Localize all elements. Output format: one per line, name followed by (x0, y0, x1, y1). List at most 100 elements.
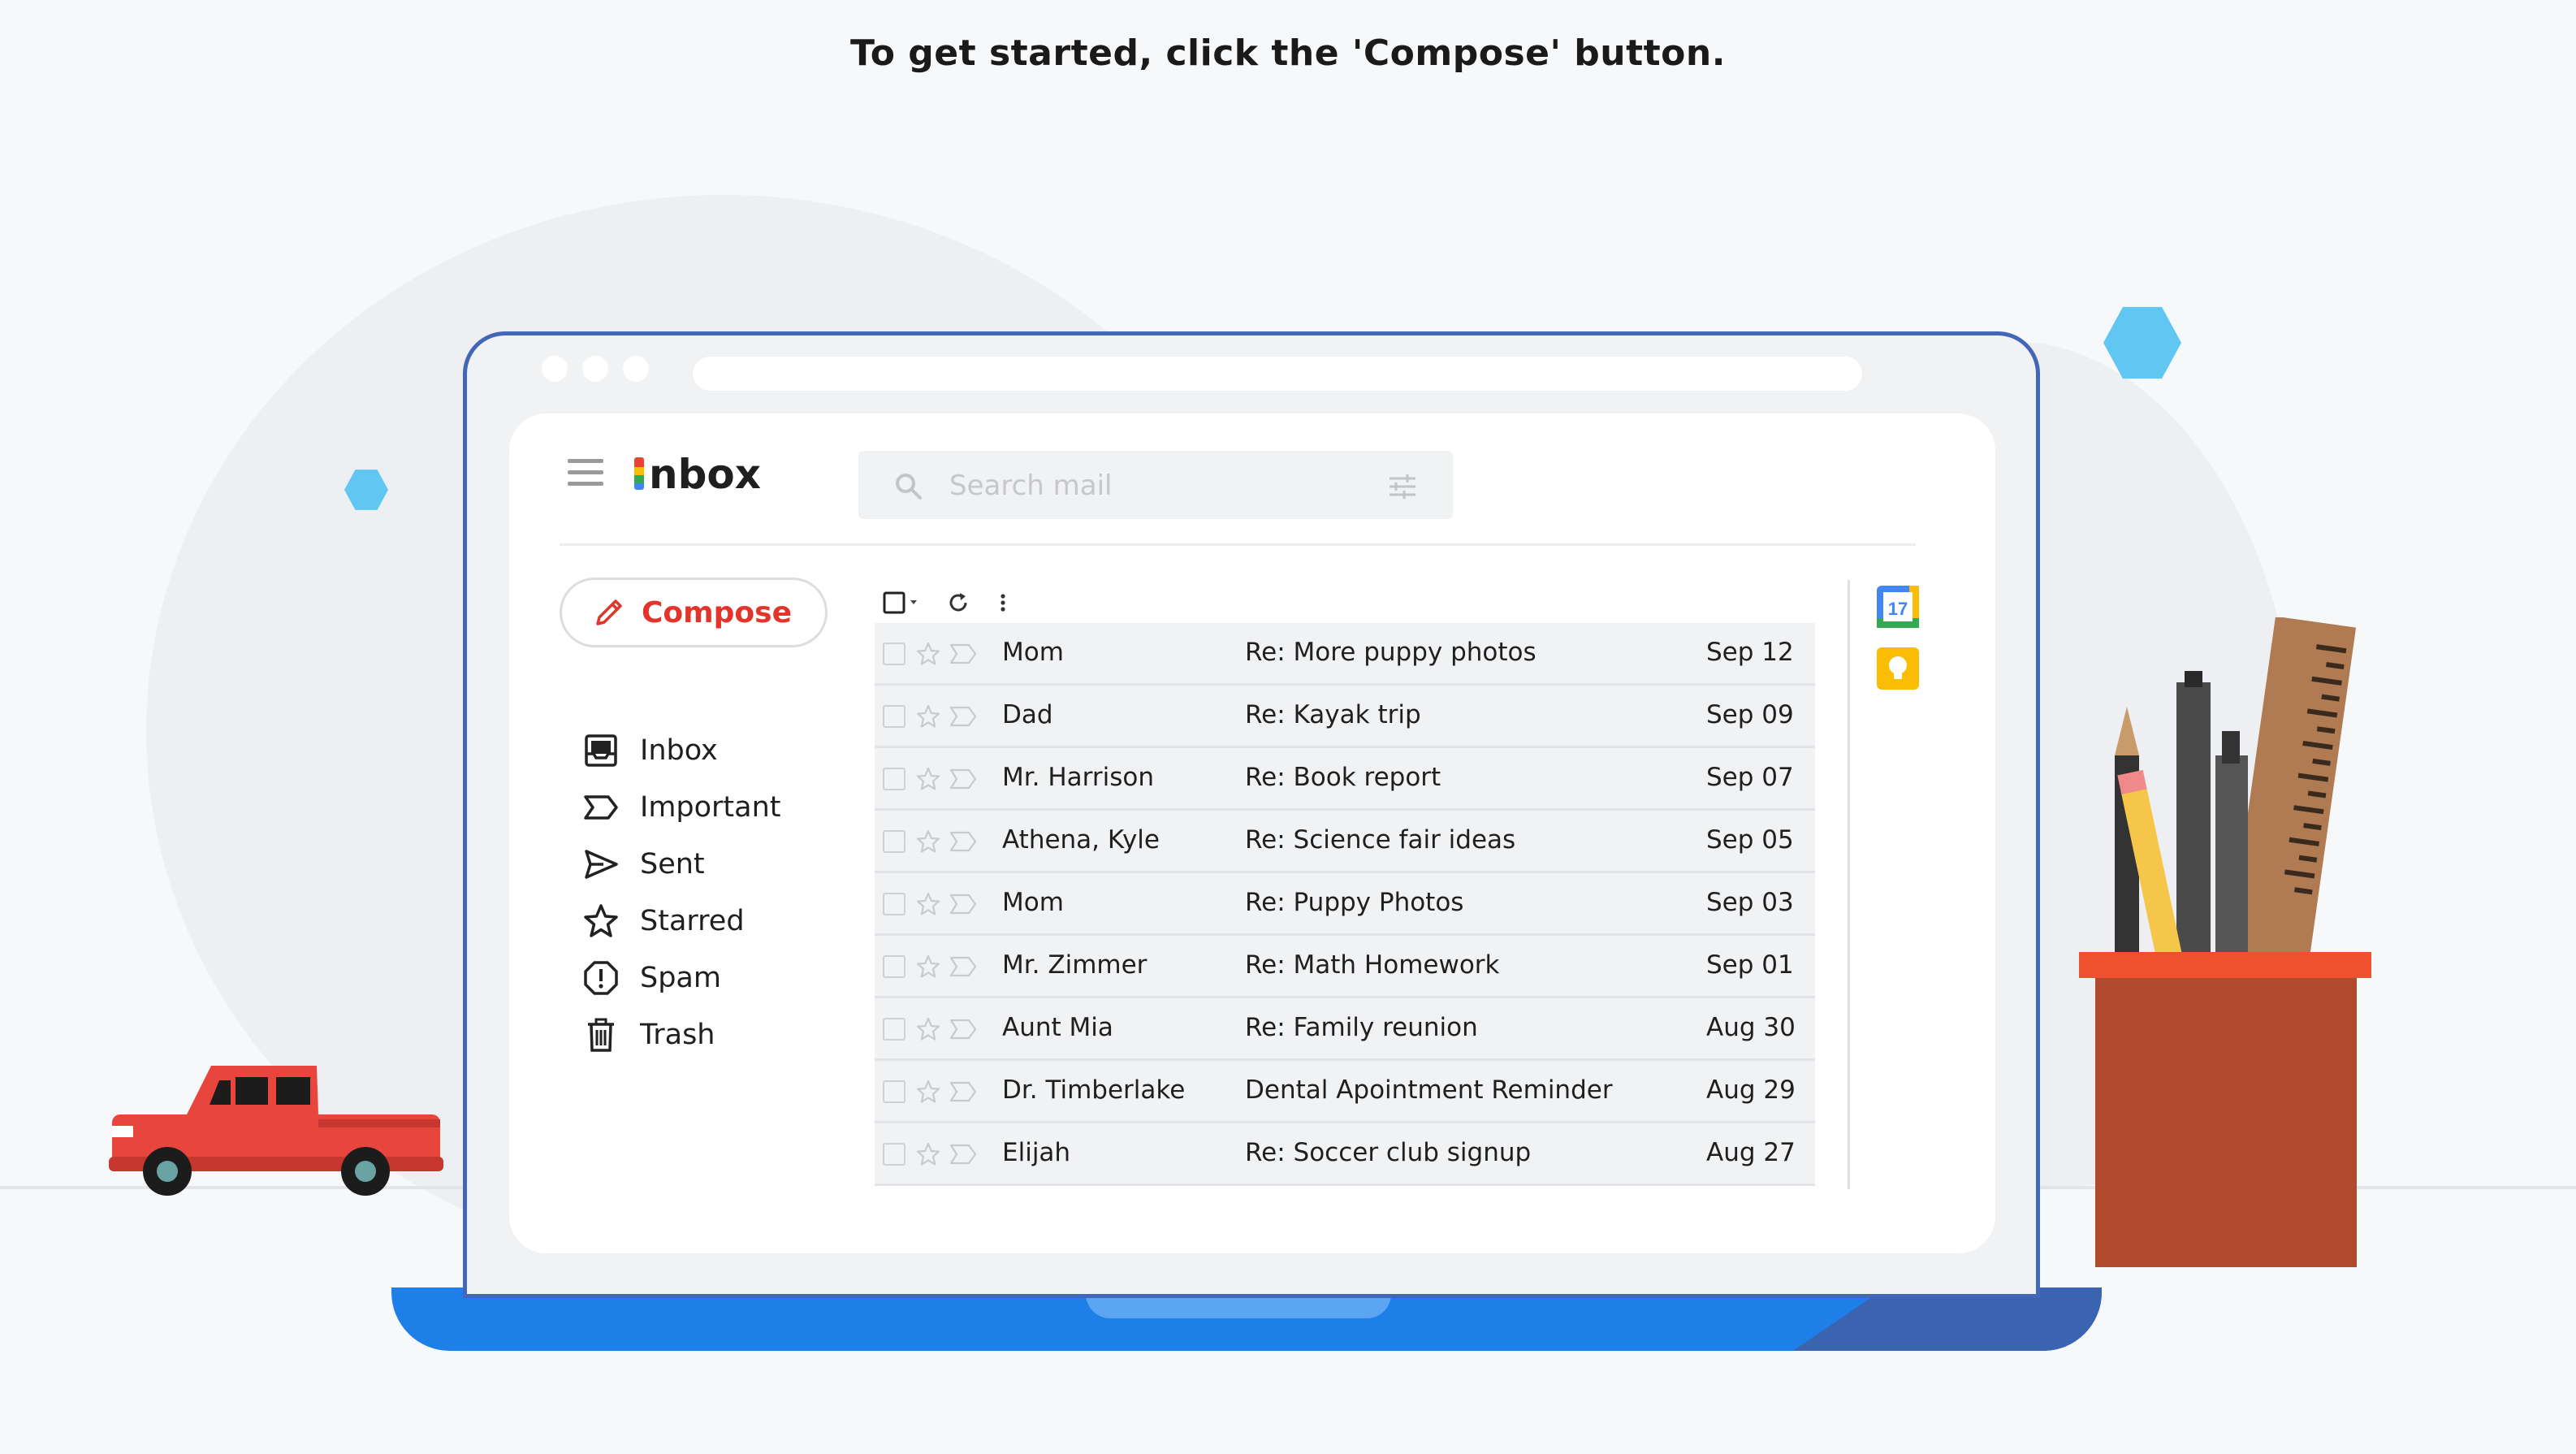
inbox-icon (585, 734, 617, 767)
more-options-icon[interactable] (998, 582, 1008, 623)
email-row[interactable]: Athena, Kyle Re: Science fair ideas Sep 05 (875, 811, 1815, 873)
email-sender: Mr. Zimmer (1002, 950, 1148, 980)
sidebar-item-label: Starred (640, 905, 745, 937)
star-toggle-icon[interactable] (915, 829, 941, 855)
email-date: Sep 12 (1706, 638, 1794, 667)
row-checkbox[interactable] (883, 1018, 905, 1041)
important-marker-icon[interactable] (949, 1018, 977, 1041)
email-subject: Dental Apointment Reminder (1245, 1075, 1613, 1105)
search-bar[interactable] (858, 451, 1453, 519)
side-panel-divider (1848, 580, 1850, 1189)
email-sender: Mom (1002, 638, 1064, 667)
row-checkbox[interactable] (883, 1080, 905, 1103)
logo-i-mark (634, 457, 644, 490)
window-dot (542, 356, 568, 382)
keep-notes-icon[interactable] (1875, 646, 1921, 691)
star-toggle-icon[interactable] (915, 891, 941, 917)
sidebar-item-inbox[interactable]: Inbox (582, 722, 842, 779)
search-options-icon[interactable] (1386, 470, 1419, 503)
email-row[interactable]: Mr. Harrison Re: Book report Sep 07 (875, 748, 1815, 811)
email-subject: Re: Soccer club signup (1245, 1138, 1532, 1167)
email-subject: Re: Family reunion (1245, 1013, 1478, 1042)
email-row[interactable]: Dad Re: Kayak trip Sep 09 (875, 686, 1815, 748)
logo-text: nbox (649, 451, 761, 498)
sidebar-nav: Inbox Important Sent Starred Spam Trash (582, 722, 842, 1063)
star-toggle-icon[interactable] (915, 1016, 941, 1042)
sidebar-item-starred[interactable]: Starred (582, 893, 842, 950)
spam-icon (584, 961, 618, 995)
email-date: Sep 03 (1706, 888, 1794, 917)
sidebar-item-sent[interactable]: Sent (582, 836, 842, 893)
hexagon-decoration-large (2103, 306, 2181, 379)
sidebar-item-label: Sent (640, 848, 705, 881)
important-marker-icon[interactable] (949, 643, 977, 665)
window-dot (623, 356, 649, 382)
sidebar-item-label: Important (640, 791, 781, 824)
compose-label: Compose (642, 595, 793, 630)
sidebar-item-label: Spam (640, 962, 721, 994)
star-toggle-icon[interactable] (915, 954, 941, 980)
email-row[interactable]: Elijah Re: Soccer club signup Aug 27 (875, 1123, 1815, 1186)
calendar-icon[interactable]: 17 (1875, 584, 1921, 630)
email-date: Sep 01 (1706, 950, 1794, 980)
pencil-cup-illustration (2079, 617, 2371, 1267)
email-subject: Re: Math Homework (1245, 950, 1500, 980)
star-icon (584, 904, 618, 937)
email-row[interactable]: Mom Re: More puppy photos Sep 12 (875, 623, 1815, 686)
important-marker-icon[interactable] (949, 1143, 977, 1166)
row-checkbox[interactable] (883, 768, 905, 790)
email-sender: Mom (1002, 888, 1064, 917)
email-row[interactable]: Aunt Mia Re: Family reunion Aug 30 (875, 998, 1815, 1061)
email-sender: Aunt Mia (1002, 1013, 1113, 1042)
email-date: Aug 29 (1706, 1075, 1796, 1105)
email-row[interactable]: Mom Re: Puppy Photos Sep 03 (875, 873, 1815, 936)
address-bar[interactable] (693, 357, 1862, 391)
important-marker-icon[interactable] (949, 1080, 977, 1103)
email-subject: Re: Puppy Photos (1245, 888, 1464, 917)
star-toggle-icon[interactable] (915, 766, 941, 792)
row-checkbox[interactable] (883, 893, 905, 915)
important-marker-icon[interactable] (949, 830, 977, 853)
compose-button[interactable]: Compose (560, 578, 828, 647)
important-marker-icon[interactable] (949, 955, 977, 978)
email-sender: Elijah (1002, 1138, 1071, 1167)
select-all-checkbox[interactable] (883, 582, 922, 623)
row-checkbox[interactable] (883, 955, 905, 978)
star-toggle-icon[interactable] (915, 1079, 941, 1105)
laptop-frame: nbox Compose (463, 331, 2040, 1298)
important-marker-icon[interactable] (949, 768, 977, 790)
row-checkbox[interactable] (883, 830, 905, 853)
star-toggle-icon[interactable] (915, 641, 941, 667)
email-sender: Athena, Kyle (1002, 825, 1160, 855)
search-input[interactable] (948, 465, 1357, 506)
header-divider (560, 543, 1916, 546)
email-list: Mom Re: More puppy photos Sep 12 Dad Re: Kay… (875, 623, 1815, 1186)
email-row[interactable]: Dr. Timberlake Dental Apointment Reminder… (875, 1061, 1815, 1123)
instruction-text: To get started, click the 'Compose' butt… (850, 32, 1726, 74)
star-toggle-icon[interactable] (915, 1141, 941, 1167)
trash-icon (588, 1018, 614, 1052)
sidebar-item-spam[interactable]: Spam (582, 950, 842, 1006)
email-date: Aug 30 (1706, 1013, 1796, 1042)
row-checkbox[interactable] (883, 1143, 905, 1166)
row-checkbox[interactable] (883, 643, 905, 665)
sidebar-item-important[interactable]: Important (582, 779, 842, 836)
pickup-truck-illustration (109, 1066, 443, 1196)
email-date: Sep 07 (1706, 763, 1794, 792)
star-toggle-icon[interactable] (915, 703, 941, 729)
search-icon[interactable] (893, 470, 925, 503)
email-row[interactable]: Mr. Zimmer Re: Math Homework Sep 01 (875, 936, 1815, 998)
pencil-icon (596, 599, 622, 625)
sidebar-item-trash[interactable]: Trash (582, 1006, 842, 1063)
row-checkbox[interactable] (883, 705, 905, 728)
important-marker-icon[interactable] (949, 893, 977, 915)
email-date: Aug 27 (1706, 1138, 1796, 1167)
list-toolbar (883, 582, 1045, 623)
email-date: Sep 05 (1706, 825, 1794, 855)
menu-icon[interactable] (568, 459, 603, 487)
email-subject: Re: Kayak trip (1245, 700, 1421, 729)
email-subject: Re: More puppy photos (1245, 638, 1537, 667)
important-icon (584, 795, 618, 820)
refresh-icon[interactable] (946, 582, 970, 623)
important-marker-icon[interactable] (949, 705, 977, 728)
